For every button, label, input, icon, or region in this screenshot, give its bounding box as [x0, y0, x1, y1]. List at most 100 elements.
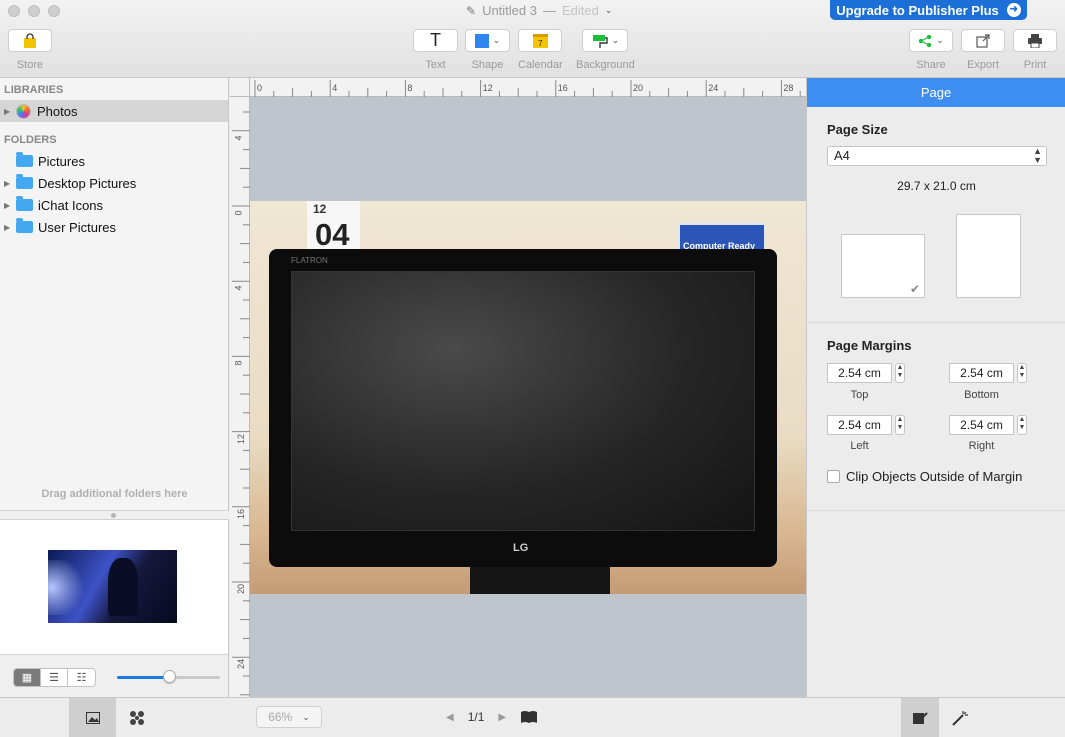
- print-label: Print: [1023, 59, 1047, 71]
- calendar-tool[interactable]: 7 Calendar: [518, 29, 563, 71]
- sidebar-item-photos[interactable]: ▶ Photos: [0, 100, 228, 122]
- updown-chevron-icon: ▲ ▼: [1033, 146, 1042, 165]
- ruler-tick-label: 16: [557, 83, 568, 93]
- top-margin-input[interactable]: 2.54 cm: [827, 363, 892, 383]
- sidebar-item-pictures[interactable]: Pictures: [0, 150, 228, 172]
- thumbnail-size-slider[interactable]: [117, 670, 220, 683]
- magic-wand-icon[interactable]: [951, 710, 969, 729]
- zoom-value: 66%: [268, 710, 293, 724]
- inspector-panel: Page Page Size A4 ▲ ▼ 29.7 x 21.0 cm ✔ Pa…: [806, 78, 1065, 697]
- close-window-button[interactable]: [8, 5, 20, 17]
- chevron-down-icon: ⌄: [936, 35, 944, 45]
- document-title[interactable]: ✎ Untitled 3 — Edited ⌄: [466, 3, 612, 18]
- clip-objects-label: Clip Objects Outside of Margin: [846, 469, 1023, 484]
- right-margin-input[interactable]: 2.54 cm: [949, 415, 1014, 435]
- store-button[interactable]: [8, 29, 52, 52]
- grid-view-icon[interactable]: ▦: [14, 669, 41, 686]
- landscape-orientation[interactable]: ✔: [841, 234, 925, 298]
- edited-status: Edited: [561, 3, 599, 18]
- clip-objects-checkbox[interactable]: [827, 470, 840, 483]
- disclosure-triangle-icon[interactable]: ▶: [4, 201, 14, 210]
- calendar-button[interactable]: 7: [518, 29, 563, 52]
- list-view-icon[interactable]: ☰: [41, 669, 68, 686]
- background-tool[interactable]: ⌄ Background: [576, 29, 635, 71]
- divider: [807, 322, 1065, 323]
- arrow-right-icon: ➜: [1006, 3, 1021, 17]
- sidebar-item-user-pictures[interactable]: ▶ User Pictures: [0, 216, 228, 238]
- inspector-toggle[interactable]: [901, 698, 939, 737]
- top-margin-label: Top: [850, 389, 869, 401]
- placed-photo[interactable]: 12 04 Computer Ready 04 FLATRON LG: [250, 201, 806, 594]
- monitor-model-text: FLATRON: [291, 256, 328, 265]
- view-mode-switcher: ▦ ☰ ☷: [13, 668, 96, 687]
- shape-tool[interactable]: ⌄ Shape: [465, 29, 510, 71]
- page-navigator: ◀ 1/1 ▶: [446, 710, 538, 724]
- background-button[interactable]: ⌄: [582, 29, 629, 52]
- split-handle[interactable]: [0, 510, 229, 520]
- left-margin-label: Left: [850, 440, 869, 452]
- bottom-margin-label: Bottom: [964, 389, 999, 401]
- monitor-screen: [291, 271, 755, 531]
- bottom-margin-stepper[interactable]: ▲ ▼: [1017, 363, 1027, 383]
- disclosure-triangle-icon[interactable]: ▶: [4, 223, 14, 232]
- bottom-margin-input[interactable]: 2.54 cm: [949, 363, 1014, 383]
- detail-list-view-icon[interactable]: ☷: [68, 669, 95, 686]
- portrait-orientation[interactable]: [956, 214, 1021, 298]
- page-margins-heading: Page Margins: [827, 338, 912, 353]
- ruler-tick-label: 12: [236, 433, 247, 444]
- left-margin-stepper[interactable]: ▲ ▼: [895, 415, 905, 435]
- print-tool[interactable]: Print: [1013, 29, 1057, 71]
- sidebar-item-desktop-pictures[interactable]: ▶ Desktop Pictures: [0, 172, 228, 194]
- next-page-icon[interactable]: ▶: [498, 712, 506, 723]
- ruler-tick-label: 20: [236, 583, 247, 595]
- slider-knob[interactable]: [162, 670, 176, 683]
- ruler-tick-label: 24: [708, 83, 719, 93]
- upgrade-button[interactable]: Upgrade to Publisher Plus ➜: [830, 0, 1027, 20]
- book-icon[interactable]: [520, 710, 538, 724]
- store-tool[interactable]: Store: [8, 29, 52, 71]
- previous-page-icon[interactable]: ◀: [446, 712, 454, 723]
- disclosure-triangle-icon[interactable]: ▶: [4, 179, 14, 188]
- minimize-window-button[interactable]: [28, 5, 40, 17]
- monitor: FLATRON LG: [269, 249, 777, 567]
- shapes-library-icon[interactable]: [128, 710, 146, 729]
- export-label: Export: [967, 59, 999, 71]
- right-margin-label: Right: [968, 440, 995, 452]
- disclosure-triangle-icon[interactable]: ▶: [4, 107, 14, 116]
- chevron-down-icon: ⌄: [492, 35, 501, 45]
- zoom-window-button[interactable]: [48, 5, 60, 17]
- clip-objects-option[interactable]: Clip Objects Outside of Margin: [827, 469, 1022, 484]
- top-margin-stepper[interactable]: ▲ ▼: [895, 363, 905, 383]
- sidebar-item-ichat-icons[interactable]: ▶ iChat Icons: [0, 194, 228, 216]
- share-label: Share: [916, 59, 946, 71]
- top-margin-field: 2.54 cm ▲ ▼: [827, 363, 905, 383]
- bottom-margin-field: 2.54 cm ▲ ▼: [949, 363, 1027, 383]
- left-margin-input[interactable]: 2.54 cm: [827, 415, 892, 435]
- folder-icon: [16, 218, 33, 233]
- shopping-bag-icon: [24, 32, 36, 48]
- page-size-select[interactable]: A4 ▲ ▼: [827, 146, 1047, 166]
- page-size-heading: Page Size: [827, 122, 888, 137]
- right-margin-stepper[interactable]: ▲ ▼: [1017, 415, 1027, 435]
- folders-heading: FOLDERS: [4, 134, 57, 146]
- image-browser-toggle[interactable]: [69, 698, 116, 737]
- document-page[interactable]: 12 04 Computer Ready 04 FLATRON LG: [250, 97, 806, 697]
- calendar-icon: 7: [532, 33, 548, 48]
- bottom-bar: 66% ⌄ ◀ 1/1 ▶: [0, 697, 1065, 737]
- checkmark-icon: ✔: [909, 282, 920, 296]
- export-tool[interactable]: Export: [961, 29, 1005, 71]
- shape-button[interactable]: ⌄: [465, 29, 510, 52]
- folder-icon: [16, 152, 33, 167]
- text-button[interactable]: T: [413, 29, 458, 52]
- ruler-tick-label: 8: [407, 83, 413, 93]
- image-icon: [85, 712, 100, 724]
- print-button[interactable]: [1013, 29, 1057, 52]
- share-button[interactable]: ⌄: [909, 29, 953, 52]
- tab-page[interactable]: Page: [807, 78, 1065, 107]
- text-tool[interactable]: T Text: [413, 29, 458, 71]
- zoom-select[interactable]: 66% ⌄: [256, 706, 322, 728]
- photo-thumbnail[interactable]: [48, 550, 177, 623]
- sign-number: 04: [315, 217, 350, 252]
- share-tool[interactable]: ⌄ Share: [909, 29, 953, 71]
- export-button[interactable]: [961, 29, 1005, 52]
